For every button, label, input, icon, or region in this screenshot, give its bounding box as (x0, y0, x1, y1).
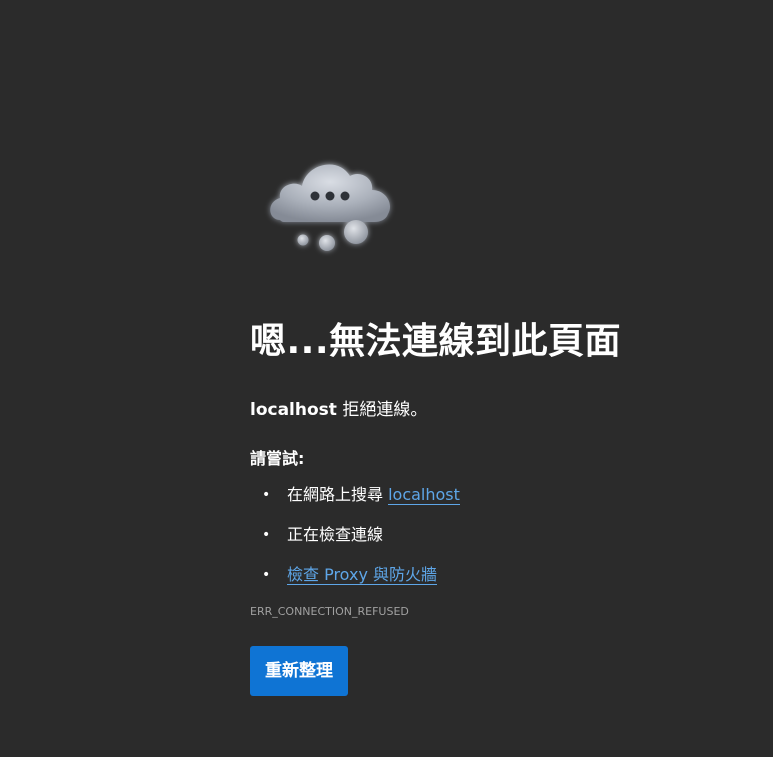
bullet: • (262, 527, 271, 543)
bullet: • (262, 487, 271, 503)
search-localhost-link[interactable]: localhost (388, 485, 460, 505)
error-code: ERR_CONNECTION_REFUSED (250, 605, 409, 618)
host-name: localhost (250, 400, 337, 420)
suggestion-list: • 在網路上搜尋 localhost • 正在檢查連線 • 檢查 Proxy 與… (250, 484, 730, 586)
try-heading: 請嘗試: (250, 449, 305, 468)
suggestion-check-proxy: • 檢查 Proxy 與防火牆 (250, 564, 730, 586)
suggestion-search: • 在網路上搜尋 localhost (250, 484, 730, 506)
error-content: 嗯...無法連線到此頁面 localhost 拒絕連線。 請嘗試: • 在網路上… (250, 316, 730, 696)
suggestion-search-prefix: 在網路上搜尋 (287, 485, 389, 504)
suggestion-check-connection-text: 正在檢查連線 (287, 525, 384, 544)
error-message: localhost 拒絕連線。 (250, 398, 730, 422)
thinking-cloud-icon (262, 150, 398, 260)
bullet: • (262, 567, 271, 583)
error-message-text: 拒絕連線。 (342, 400, 428, 420)
check-proxy-firewall-link[interactable]: 檢查 Proxy 與防火牆 (287, 565, 438, 585)
reload-button[interactable]: 重新整理 (250, 646, 348, 696)
page-title: 嗯...無法連線到此頁面 (250, 321, 622, 362)
suggestion-check-connection: • 正在檢查連線 (250, 524, 730, 546)
